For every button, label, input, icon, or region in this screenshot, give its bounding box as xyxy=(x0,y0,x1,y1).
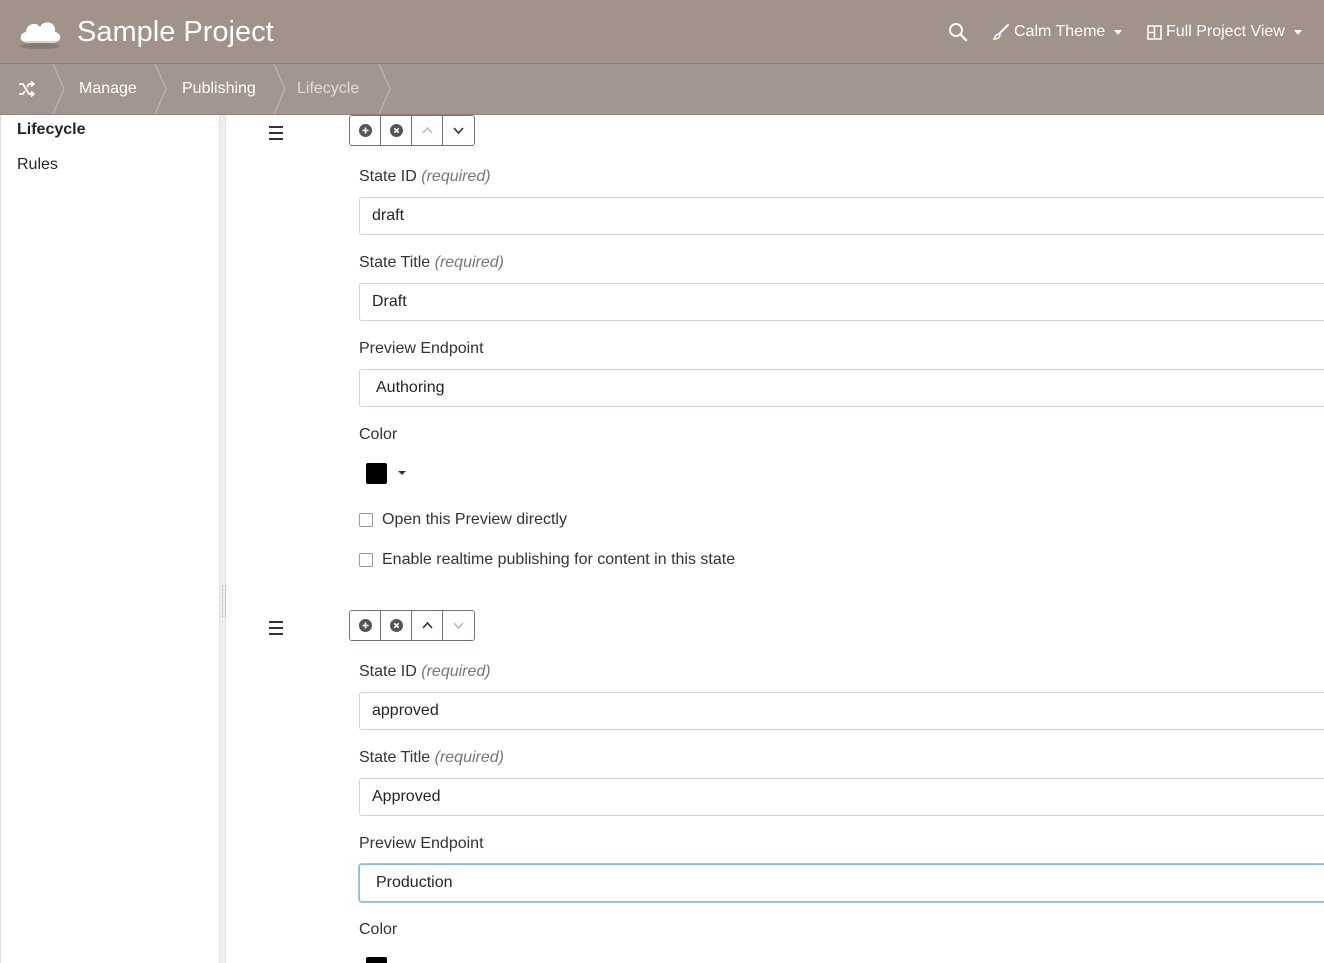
realtime-publishing-checkbox[interactable] xyxy=(359,553,373,567)
shuffle-icon[interactable] xyxy=(17,80,36,98)
state-title-input[interactable]: Draft xyxy=(359,283,1324,321)
sidebar-item-rules[interactable]: Rules xyxy=(17,156,58,174)
open-preview-checkbox-row[interactable]: Open this Preview directly xyxy=(359,511,567,529)
drag-handle-icon[interactable] xyxy=(269,126,287,144)
layout-icon xyxy=(1147,24,1162,40)
breadcrumb-item-lifecycle: Lifecycle xyxy=(297,80,360,97)
open-preview-checkbox[interactable] xyxy=(359,513,373,527)
breadcrumb-separator xyxy=(52,64,65,114)
chevron-down-icon xyxy=(453,622,464,630)
color-swatch[interactable] xyxy=(366,463,387,484)
state-item: State ID (required) approved State Title… xyxy=(227,610,1324,963)
color-swatch[interactable] xyxy=(366,957,387,963)
preview-endpoint-label: Preview Endpoint xyxy=(359,835,484,852)
chevron-up-icon xyxy=(421,621,433,629)
breadcrumb-item-publishing[interactable]: Publishing xyxy=(182,64,256,114)
view-menu-label: Full Project View xyxy=(1166,23,1285,40)
realtime-publishing-checkbox-row[interactable]: Enable realtime publishing for content i… xyxy=(359,551,735,569)
top-header: Sample Project Calm Theme Full Project V… xyxy=(0,0,1324,64)
brush-icon xyxy=(992,24,1009,40)
required-hint: (required) xyxy=(421,663,491,680)
state-id-input[interactable]: approved xyxy=(359,692,1324,730)
pane-splitter[interactable] xyxy=(219,115,226,963)
theme-menu[interactable]: Calm Theme xyxy=(992,20,1123,44)
state-actions xyxy=(349,610,475,641)
preview-endpoint-select[interactable]: Authoring xyxy=(359,369,1324,407)
move-up-button[interactable] xyxy=(412,116,443,145)
state-title-label: State Title (required) xyxy=(359,254,504,271)
breadcrumb: Manage Publishing Lifecycle xyxy=(0,64,1324,115)
state-id-label: State ID (required) xyxy=(359,663,491,680)
required-hint: (required) xyxy=(434,254,504,271)
required-hint: (required) xyxy=(421,168,491,185)
move-down-button[interactable] xyxy=(443,116,474,145)
realtime-publishing-label: Enable realtime publishing for content i… xyxy=(382,551,736,568)
remove-state-button[interactable] xyxy=(381,116,412,145)
remove-state-button[interactable] xyxy=(381,611,412,640)
move-down-button[interactable] xyxy=(443,611,474,640)
preview-endpoint-select[interactable]: Production xyxy=(359,864,1324,902)
search-icon[interactable] xyxy=(946,20,970,44)
app-title[interactable]: Sample Project xyxy=(77,14,274,50)
close-circle-icon xyxy=(389,619,403,632)
state-title-input[interactable]: Approved xyxy=(359,778,1324,816)
state-title-label: State Title (required) xyxy=(359,749,504,766)
grip-icon xyxy=(222,585,226,617)
chevron-up-icon xyxy=(421,126,433,134)
state-actions xyxy=(349,115,475,146)
required-hint: (required) xyxy=(434,749,504,766)
breadcrumb-item-manage[interactable]: Manage xyxy=(79,64,137,114)
move-up-button[interactable] xyxy=(412,611,443,640)
plus-circle-icon xyxy=(358,124,372,137)
breadcrumb-separator xyxy=(154,64,167,114)
state-id-input[interactable]: draft xyxy=(359,197,1324,235)
color-label: Color xyxy=(359,426,398,443)
preview-endpoint-label: Preview Endpoint xyxy=(359,340,484,357)
close-circle-icon xyxy=(389,124,403,137)
state-item: State ID (required) draft State Title (r… xyxy=(227,115,1324,590)
cloud-logo-icon[interactable] xyxy=(16,12,64,52)
sidebar-item-lifecycle[interactable]: Lifecycle xyxy=(17,121,85,139)
add-state-button[interactable] xyxy=(350,116,381,145)
drag-handle-icon[interactable] xyxy=(269,621,287,639)
add-state-button[interactable] xyxy=(350,611,381,640)
plus-circle-icon xyxy=(358,619,372,632)
color-label: Color xyxy=(359,921,398,938)
open-preview-label: Open this Preview directly xyxy=(382,511,567,528)
chevron-down-icon xyxy=(1114,29,1123,35)
chevron-down-icon xyxy=(453,127,464,135)
theme-menu-label: Calm Theme xyxy=(1014,23,1106,40)
breadcrumb-separator xyxy=(273,64,286,114)
breadcrumb-separator xyxy=(378,64,391,114)
state-id-label: State ID (required) xyxy=(359,168,491,185)
view-menu[interactable]: Full Project View xyxy=(1147,20,1302,44)
sidebar: Lifecycle Rules xyxy=(0,115,220,963)
chevron-down-icon xyxy=(1293,29,1302,35)
chevron-down-icon[interactable] xyxy=(398,471,406,475)
